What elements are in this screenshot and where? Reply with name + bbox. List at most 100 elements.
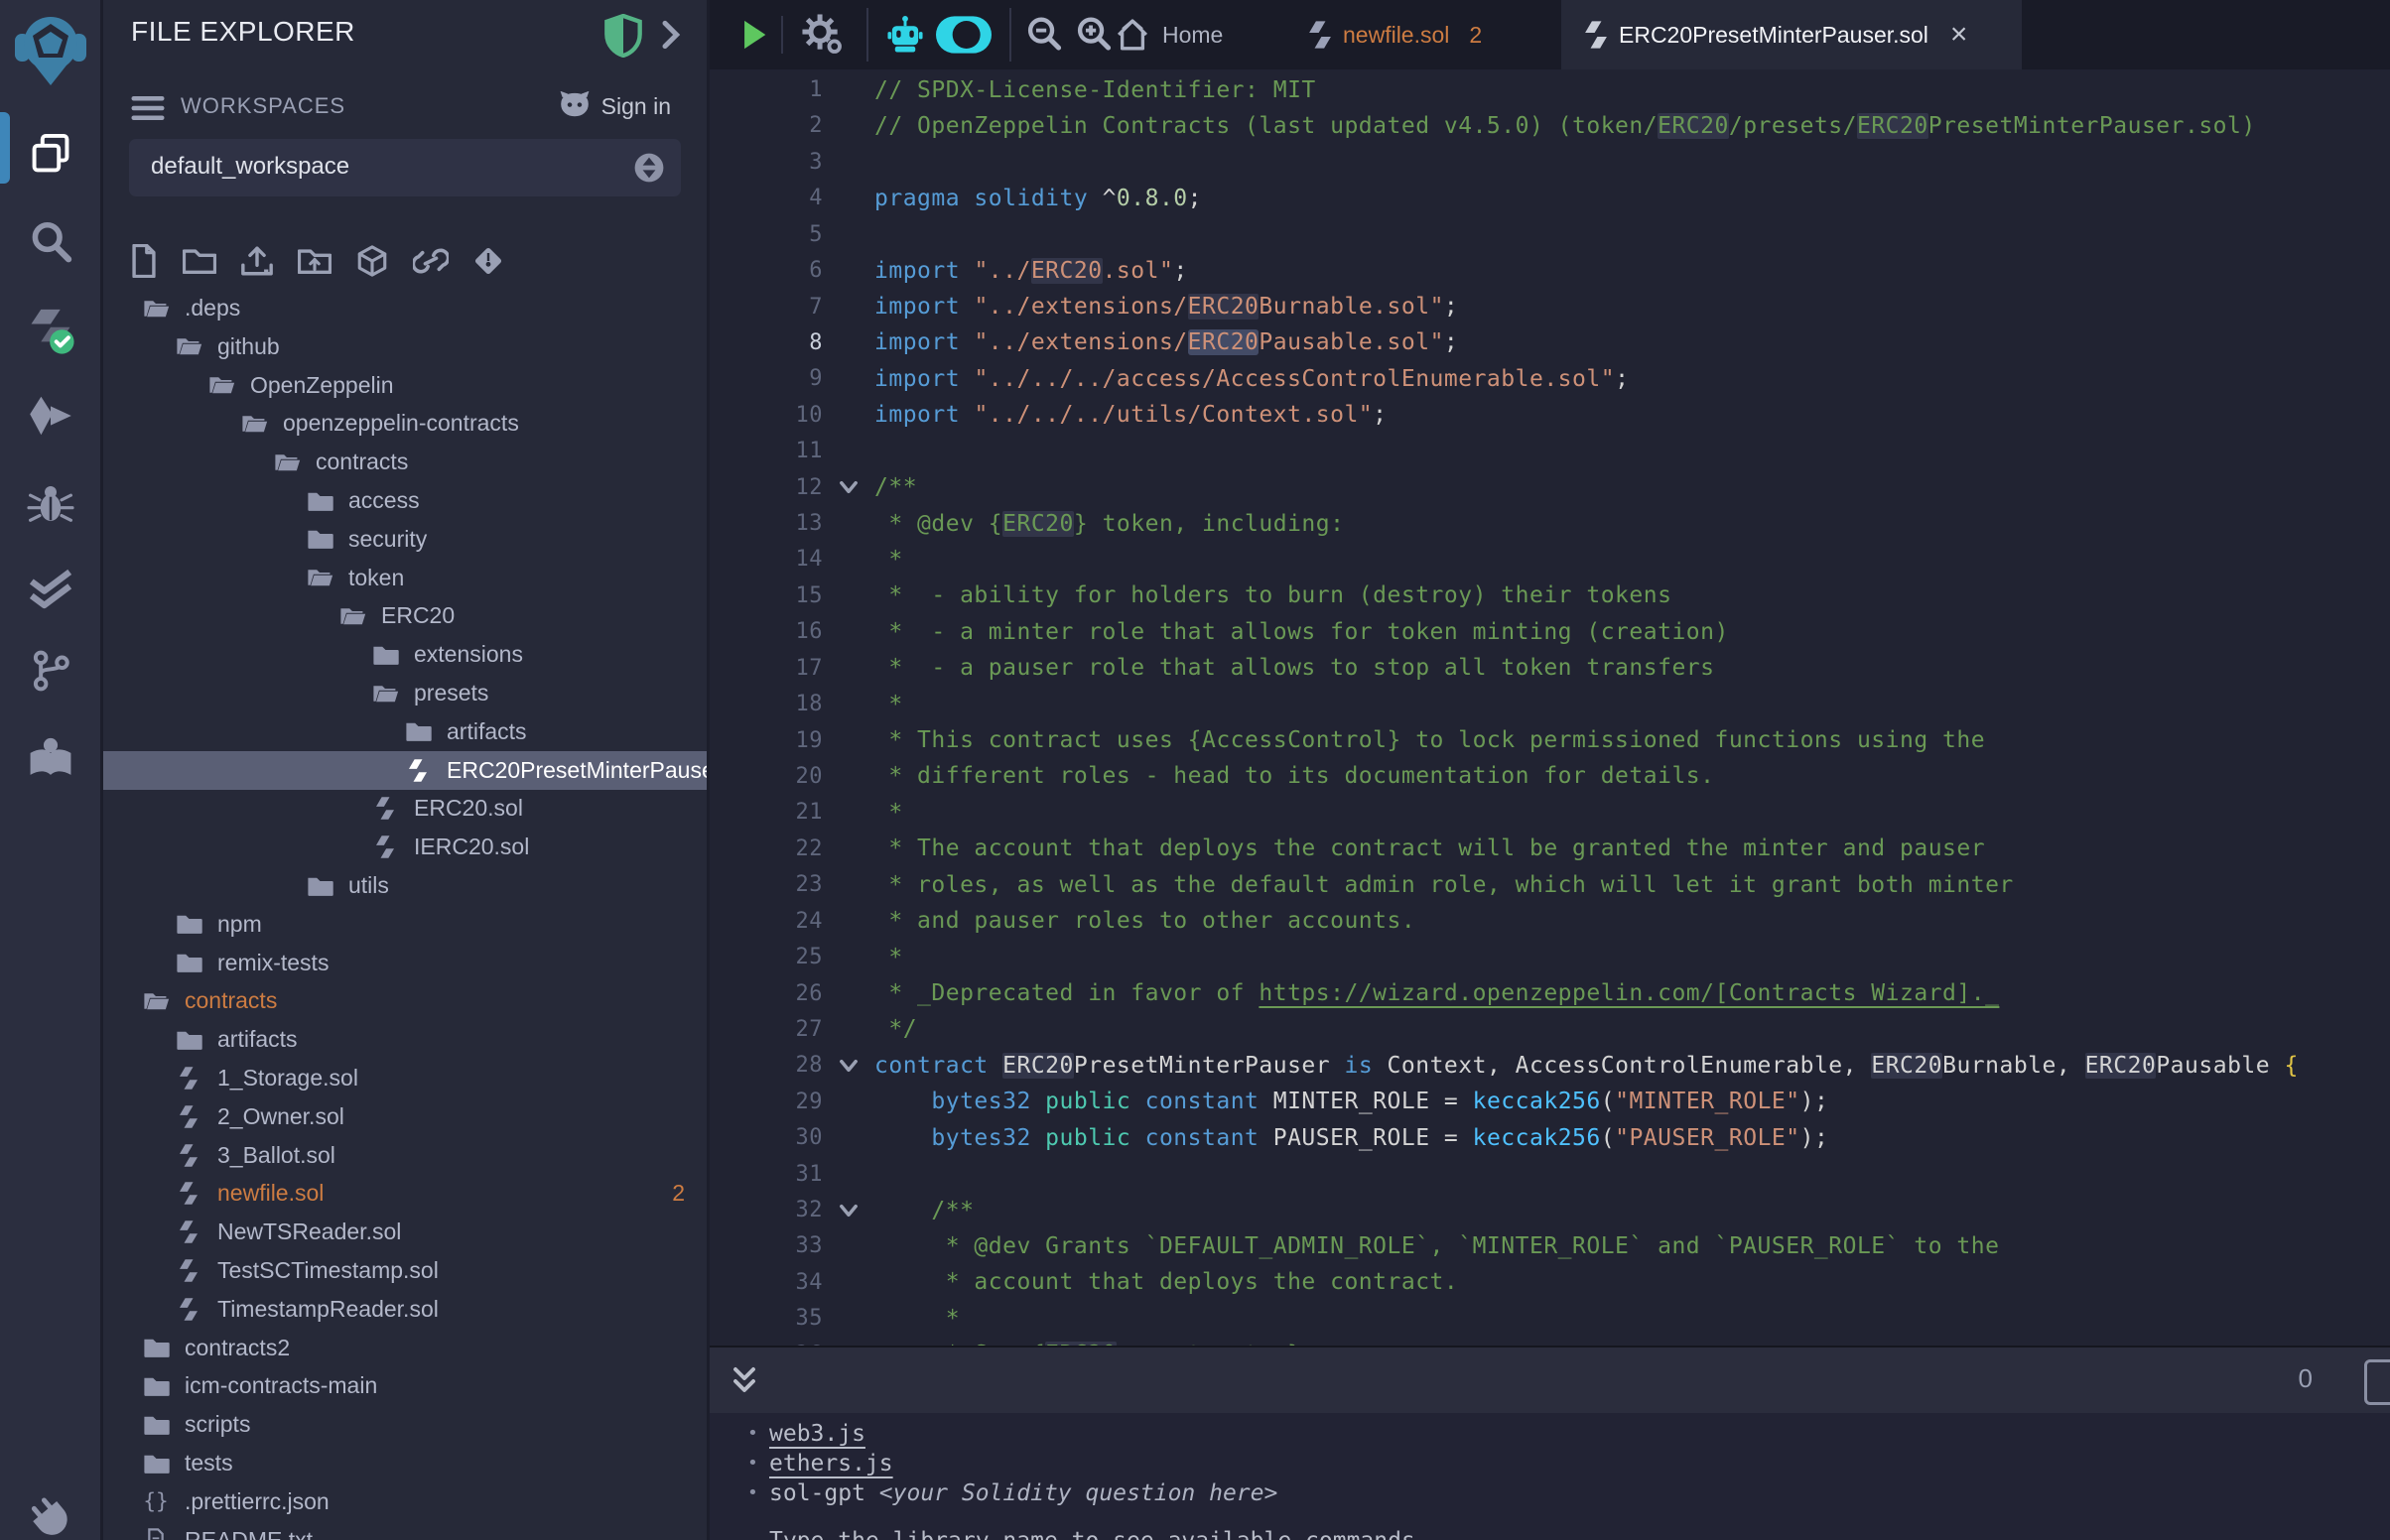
zoom-in-button[interactable] bbox=[1075, 0, 1113, 69]
tree-item-openzeppelin-contracts[interactable]: openzeppelin-contracts bbox=[103, 404, 707, 443]
tree-item-label: ERC20PresetMinterPauser... bbox=[447, 757, 710, 784]
upload-folder-icon[interactable] bbox=[298, 246, 332, 276]
tree-item-readme-txt[interactable]: README.txt bbox=[103, 1521, 707, 1540]
tree-item-security[interactable]: security bbox=[103, 520, 707, 559]
tree-item-contracts2[interactable]: contracts2 bbox=[103, 1329, 707, 1367]
toolbar-divider bbox=[866, 8, 868, 62]
editor-panel: Home newfile.sol 2 ERC20PresetMinterPaus… bbox=[710, 0, 2390, 1540]
tree-item-erc20presetminterpauser-[interactable]: ERC20PresetMinterPauser... bbox=[103, 751, 707, 790]
tree-item-npm[interactable]: npm bbox=[103, 905, 707, 944]
sidebar-item-git[interactable] bbox=[0, 643, 100, 699]
ai-toggle[interactable] bbox=[934, 0, 994, 69]
tree-item-3-ballot-sol[interactable]: 3_Ballot.sol bbox=[103, 1136, 707, 1175]
tree-item-openzeppelin[interactable]: OpenZeppelin bbox=[103, 366, 707, 405]
tree-item-presets[interactable]: presets bbox=[103, 674, 707, 712]
tree-item-newtsreader-sol[interactable]: NewTSReader.sol bbox=[103, 1213, 707, 1251]
sidebar-item-learneth[interactable] bbox=[0, 728, 100, 784]
tree-item-token[interactable]: token bbox=[103, 559, 707, 597]
sidebar-item-debugger[interactable] bbox=[0, 475, 100, 531]
fold-chevron-icon[interactable] bbox=[836, 1198, 862, 1223]
code-line-26: 26 * _Deprecated in favor of https://wiz… bbox=[710, 975, 2390, 1012]
tab-label: newfile.sol bbox=[1343, 22, 1449, 49]
tree-item-utils[interactable]: utils bbox=[103, 866, 707, 905]
tree-item-artifacts[interactable]: artifacts bbox=[103, 1020, 707, 1059]
tree-item-artifacts[interactable]: artifacts bbox=[103, 712, 707, 751]
zoom-out-icon bbox=[1025, 16, 1063, 54]
tree-item-extensions[interactable]: extensions bbox=[103, 635, 707, 674]
sidebar-item-search[interactable] bbox=[0, 214, 100, 270]
learn-book-icon bbox=[27, 734, 74, 778]
file-tree: .depsgithubOpenZeppelinopenzeppelin-cont… bbox=[103, 289, 707, 1540]
tab-erc20-preset-minter-pauser[interactable]: ERC20PresetMinterPauser.sol × bbox=[1561, 0, 2022, 69]
terminal-collapse-icon[interactable] bbox=[730, 1363, 759, 1404]
tree-item-label: NewTSReader.sol bbox=[217, 1219, 401, 1245]
tree-item-1-storage-sol[interactable]: 1_Storage.sol bbox=[103, 1059, 707, 1097]
tree-item-erc20-sol[interactable]: ERC20.sol bbox=[103, 789, 707, 828]
terminal-link[interactable]: web3.js bbox=[769, 1421, 865, 1447]
line-number: 9 bbox=[710, 366, 823, 391]
tree-item--deps[interactable]: .deps bbox=[103, 289, 707, 327]
line-number: 32 bbox=[710, 1198, 823, 1222]
tree-item-tests[interactable]: tests bbox=[103, 1444, 707, 1482]
new-folder-icon[interactable] bbox=[183, 246, 216, 276]
workspace-select[interactable]: default_workspace bbox=[129, 139, 681, 196]
git-branch-icon bbox=[28, 648, 73, 694]
tree-item-label: token bbox=[348, 565, 404, 591]
code-line-18: 18 * bbox=[710, 686, 2390, 722]
line-number: 2 bbox=[710, 113, 823, 138]
tree-item-access[interactable]: access bbox=[103, 481, 707, 520]
tab-newfile-sol[interactable]: newfile.sol 2 bbox=[1285, 0, 1563, 69]
terminal-entry[interactable]: •ethers.js bbox=[769, 1451, 893, 1476]
tree-item-2-owner-sol[interactable]: 2_Owner.sol bbox=[103, 1097, 707, 1136]
trust-shield-icon[interactable] bbox=[603, 14, 643, 63]
sidebar-item-plugin-manager[interactable] bbox=[0, 1496, 100, 1540]
tree-item-ierc20-sol[interactable]: IERC20.sol bbox=[103, 828, 707, 866]
ai-assistant-button[interactable] bbox=[886, 0, 924, 69]
robot-icon bbox=[886, 14, 924, 56]
tree-item--prettierrc-json[interactable]: {}.prettierrc.json bbox=[103, 1482, 707, 1521]
tree-item-icm-contracts-main[interactable]: icm-contracts-main bbox=[103, 1366, 707, 1405]
compile-settings-button[interactable] bbox=[801, 0, 845, 69]
code-line-15: 15 * - ability for holders to burn (dest… bbox=[710, 578, 2390, 614]
link-icon[interactable] bbox=[413, 245, 449, 277]
zoom-out-button[interactable] bbox=[1025, 0, 1063, 69]
tree-item-contracts[interactable]: contracts bbox=[103, 443, 707, 481]
line-number: 14 bbox=[710, 547, 823, 572]
new-file-icon[interactable] bbox=[129, 244, 159, 278]
cube-icon[interactable] bbox=[355, 244, 389, 278]
tree-item-scripts[interactable]: scripts bbox=[103, 1405, 707, 1444]
home-tab[interactable]: Home bbox=[1115, 0, 1223, 69]
terminal-checkbox-partial[interactable] bbox=[2364, 1359, 2390, 1405]
workspaces-menu-icon[interactable] bbox=[131, 93, 165, 128]
chevron-right-icon[interactable] bbox=[655, 18, 685, 57]
tree-item-remix-tests[interactable]: remix-tests bbox=[103, 944, 707, 982]
git-clone-icon[interactable] bbox=[472, 245, 504, 277]
tree-item-contracts[interactable]: contracts bbox=[103, 981, 707, 1020]
tree-item-label: .prettierrc.json bbox=[185, 1488, 330, 1515]
play-icon bbox=[739, 18, 769, 52]
sidebar-item-solidity-compiler[interactable] bbox=[0, 303, 100, 358]
line-number: 34 bbox=[710, 1270, 823, 1295]
fold-chevron-icon[interactable] bbox=[836, 1053, 862, 1079]
fold-chevron-icon[interactable] bbox=[836, 474, 862, 500]
tree-item-label: TimestampReader.sol bbox=[217, 1296, 439, 1323]
tree-item-newfile-sol[interactable]: newfile.sol2 bbox=[103, 1174, 707, 1213]
tree-item-label: utils bbox=[348, 872, 389, 899]
activity-bar bbox=[0, 0, 103, 1540]
folder-open-icon bbox=[339, 605, 366, 627]
terminal-entry[interactable]: •web3.js bbox=[769, 1421, 865, 1447]
run-script-button[interactable] bbox=[739, 0, 769, 69]
remix-logo[interactable] bbox=[0, 8, 100, 87]
tree-item-timestampreader-sol[interactable]: TimestampReader.sol bbox=[103, 1290, 707, 1329]
terminal-link[interactable]: ethers.js bbox=[769, 1451, 893, 1476]
code-editor[interactable]: 1// SPDX-License-Identifier: MIT2// Open… bbox=[710, 69, 2390, 1346]
close-tab-icon[interactable]: × bbox=[1950, 20, 1968, 50]
tree-item-erc20[interactable]: ERC20 bbox=[103, 596, 707, 635]
github-sign-in[interactable]: Sign in bbox=[558, 91, 671, 121]
sidebar-item-unit-testing[interactable] bbox=[0, 562, 100, 617]
tree-item-github[interactable]: github bbox=[103, 327, 707, 366]
upload-file-icon[interactable] bbox=[240, 244, 274, 278]
tree-item-testsctimestamp-sol[interactable]: TestSCTimestamp.sol bbox=[103, 1251, 707, 1290]
sidebar-item-file-explorer[interactable] bbox=[0, 126, 100, 182]
sidebar-item-deploy-and-run[interactable] bbox=[0, 388, 100, 444]
